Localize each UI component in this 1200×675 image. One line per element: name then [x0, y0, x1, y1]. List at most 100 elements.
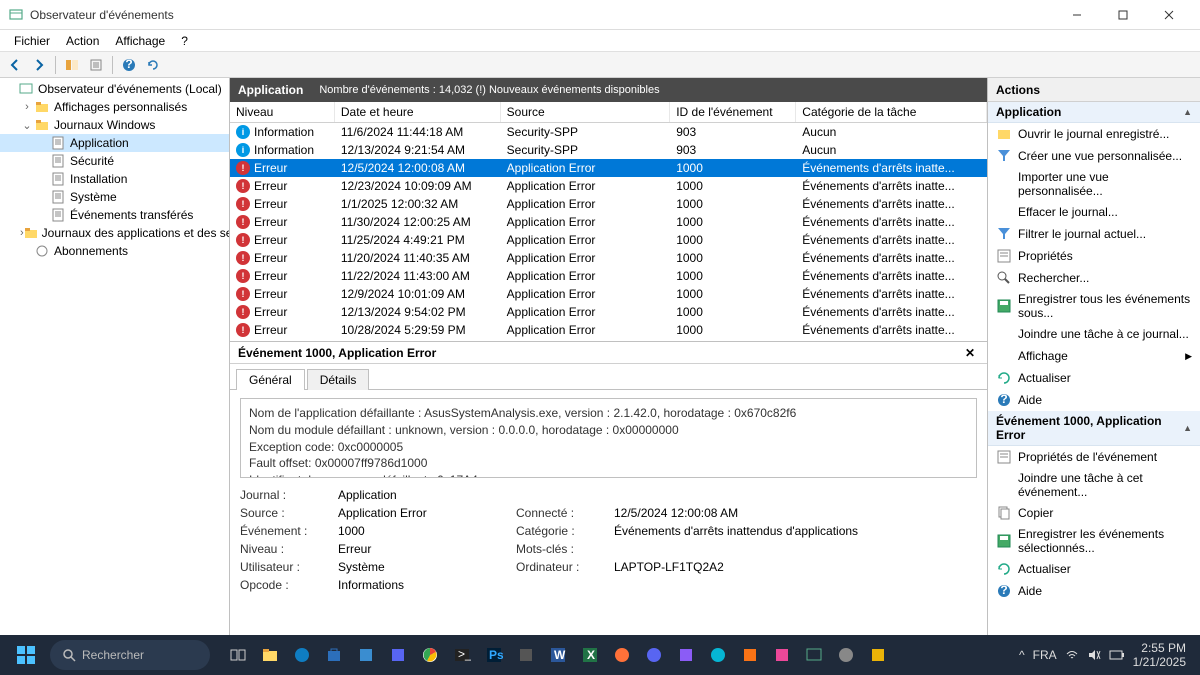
menu-action[interactable]: Action — [58, 32, 107, 50]
event-row[interactable]: !Erreur11/22/2024 11:43:00 AMApplication… — [230, 267, 987, 285]
expand-icon[interactable]: › — [20, 101, 34, 113]
store-icon[interactable] — [320, 641, 348, 669]
tree-item[interactable]: Système — [0, 188, 229, 206]
word-icon[interactable]: W — [544, 641, 572, 669]
tab-details[interactable]: Détails — [307, 369, 370, 390]
eventviewer-task-icon[interactable] — [800, 641, 828, 669]
app-icon-3[interactable] — [512, 641, 540, 669]
wifi-icon[interactable] — [1065, 648, 1079, 662]
battery-icon[interactable] — [1109, 650, 1125, 660]
tree-item[interactable]: Application — [0, 134, 229, 152]
event-row[interactable]: !Erreur11/20/2024 11:40:35 AMApplication… — [230, 249, 987, 267]
action-item[interactable]: Joindre une tâche à ce journal... — [988, 323, 1200, 345]
actions-section-event[interactable]: Événement 1000, Application Error▲ — [988, 411, 1200, 446]
column-header[interactable]: Source — [500, 102, 670, 123]
taskview-icon[interactable] — [224, 641, 252, 669]
app-icon-8[interactable] — [832, 641, 860, 669]
action-item[interactable]: Filtrer le journal actuel... — [988, 223, 1200, 245]
photoshop-icon[interactable]: Ps — [480, 641, 508, 669]
action-item[interactable]: Enregistrer tous les événements sous... — [988, 289, 1200, 323]
action-item[interactable]: Importer une vue personnalisée... — [988, 167, 1200, 201]
help-button[interactable]: ? — [118, 54, 140, 76]
action-item[interactable]: Joindre une tâche à cet événement... — [988, 468, 1200, 502]
taskbar-search[interactable]: Rechercher — [50, 640, 210, 670]
app-icon-9[interactable] — [864, 641, 892, 669]
edge-icon[interactable] — [288, 641, 316, 669]
column-header[interactable]: Date et heure — [334, 102, 500, 123]
expand-icon[interactable]: ⌄ — [20, 119, 34, 132]
tree-item[interactable]: ›Journaux des applications et des servic… — [0, 224, 229, 242]
action-label: Aide — [1018, 393, 1042, 407]
event-row[interactable]: !Erreur12/23/2024 10:09:09 AMApplication… — [230, 177, 987, 195]
clock[interactable]: 2:55 PM 1/21/2025 — [1133, 641, 1186, 670]
tree-item[interactable]: Installation — [0, 170, 229, 188]
app-icon-6[interactable] — [736, 641, 764, 669]
tree-item[interactable]: ›Affichages personnalisés — [0, 98, 229, 116]
error-icon: ! — [236, 161, 250, 175]
action-item[interactable]: Propriétés de l'événement — [988, 446, 1200, 468]
close-button[interactable] — [1146, 0, 1192, 30]
tree-item[interactable]: ⌄Journaux Windows — [0, 116, 229, 134]
prop-value: 1000 — [338, 524, 508, 538]
start-button[interactable] — [8, 637, 44, 673]
action-item[interactable]: Rechercher... — [988, 267, 1200, 289]
action-item[interactable]: Enregistrer les événements sélectionnés.… — [988, 524, 1200, 558]
properties-button[interactable] — [85, 54, 107, 76]
action-item[interactable]: Affichage▶ — [988, 345, 1200, 367]
menu-fichier[interactable]: Fichier — [6, 32, 58, 50]
refresh-button[interactable] — [142, 54, 164, 76]
app-icon-5[interactable] — [704, 641, 732, 669]
action-item[interactable]: Ouvrir le journal enregistré... — [988, 123, 1200, 145]
minimize-button[interactable] — [1054, 0, 1100, 30]
event-row[interactable]: !Erreur11/25/2024 4:49:21 PMApplication … — [230, 231, 987, 249]
explorer-icon[interactable] — [256, 641, 284, 669]
tree-item[interactable]: Sécurité — [0, 152, 229, 170]
event-row[interactable]: !Erreur10/28/2024 5:29:59 PMApplication … — [230, 321, 987, 339]
event-row[interactable]: !Erreur12/9/2024 10:01:09 AMApplication … — [230, 285, 987, 303]
maximize-button[interactable] — [1100, 0, 1146, 30]
forward-button[interactable] — [28, 54, 50, 76]
app-icon-2[interactable] — [384, 641, 412, 669]
app-icon-4[interactable] — [672, 641, 700, 669]
action-item[interactable]: Copier — [988, 502, 1200, 524]
nav-tree[interactable]: Observateur d'événements (Local)›Afficha… — [0, 78, 230, 635]
event-list[interactable]: NiveauDate et heureSourceID de l'événeme… — [230, 102, 987, 342]
back-button[interactable] — [4, 54, 26, 76]
event-row[interactable]: !Erreur12/13/2024 9:54:02 PMApplication … — [230, 303, 987, 321]
excel-icon[interactable]: X — [576, 641, 604, 669]
tree-item[interactable]: Abonnements — [0, 242, 229, 260]
show-tree-button[interactable] — [61, 54, 83, 76]
firefox-icon[interactable] — [608, 641, 636, 669]
action-item[interactable]: Effacer le journal... — [988, 201, 1200, 223]
tab-general[interactable]: Général — [236, 369, 305, 390]
app-icon-7[interactable] — [768, 641, 796, 669]
terminal-icon[interactable]: >_ — [448, 641, 476, 669]
actions-section-app[interactable]: Application▲ — [988, 102, 1200, 123]
action-item[interactable]: ?Aide — [988, 580, 1200, 602]
chrome-icon[interactable] — [416, 641, 444, 669]
action-item[interactable]: Actualiser — [988, 367, 1200, 389]
event-row[interactable]: iInformation11/6/2024 11:44:18 AMSecurit… — [230, 123, 987, 142]
language-indicator[interactable]: FRA — [1033, 648, 1057, 662]
column-header[interactable]: Catégorie de la tâche — [796, 102, 987, 123]
action-item[interactable]: Propriétés — [988, 245, 1200, 267]
menu-?[interactable]: ? — [173, 32, 196, 50]
tree-item[interactable]: Événements transférés — [0, 206, 229, 224]
discord-icon[interactable] — [640, 641, 668, 669]
tree-item[interactable]: Observateur d'événements (Local) — [0, 80, 229, 98]
volume-icon[interactable] — [1087, 648, 1101, 662]
event-row[interactable]: !Erreur11/30/2024 12:00:25 AMApplication… — [230, 213, 987, 231]
action-item[interactable]: Créer une vue personnalisée... — [988, 145, 1200, 167]
column-header[interactable]: ID de l'événement — [670, 102, 796, 123]
event-row[interactable]: !Erreur1/1/2025 12:00:32 AMApplication E… — [230, 195, 987, 213]
detail-close-button[interactable]: ✕ — [961, 344, 979, 362]
column-header[interactable]: Niveau — [230, 102, 334, 123]
action-item[interactable]: ?Aide — [988, 389, 1200, 411]
event-row[interactable]: iInformation12/13/2024 9:21:54 AMSecurit… — [230, 141, 987, 159]
tray-chevron-icon[interactable]: ^ — [1019, 648, 1025, 662]
event-row[interactable]: !Erreur12/24/2024 12:00:57 AMApplication… — [230, 339, 987, 342]
menu-affichage[interactable]: Affichage — [107, 32, 173, 50]
event-row[interactable]: !Erreur12/5/2024 12:00:08 AMApplication … — [230, 159, 987, 177]
action-item[interactable]: Actualiser — [988, 558, 1200, 580]
app-icon-1[interactable] — [352, 641, 380, 669]
